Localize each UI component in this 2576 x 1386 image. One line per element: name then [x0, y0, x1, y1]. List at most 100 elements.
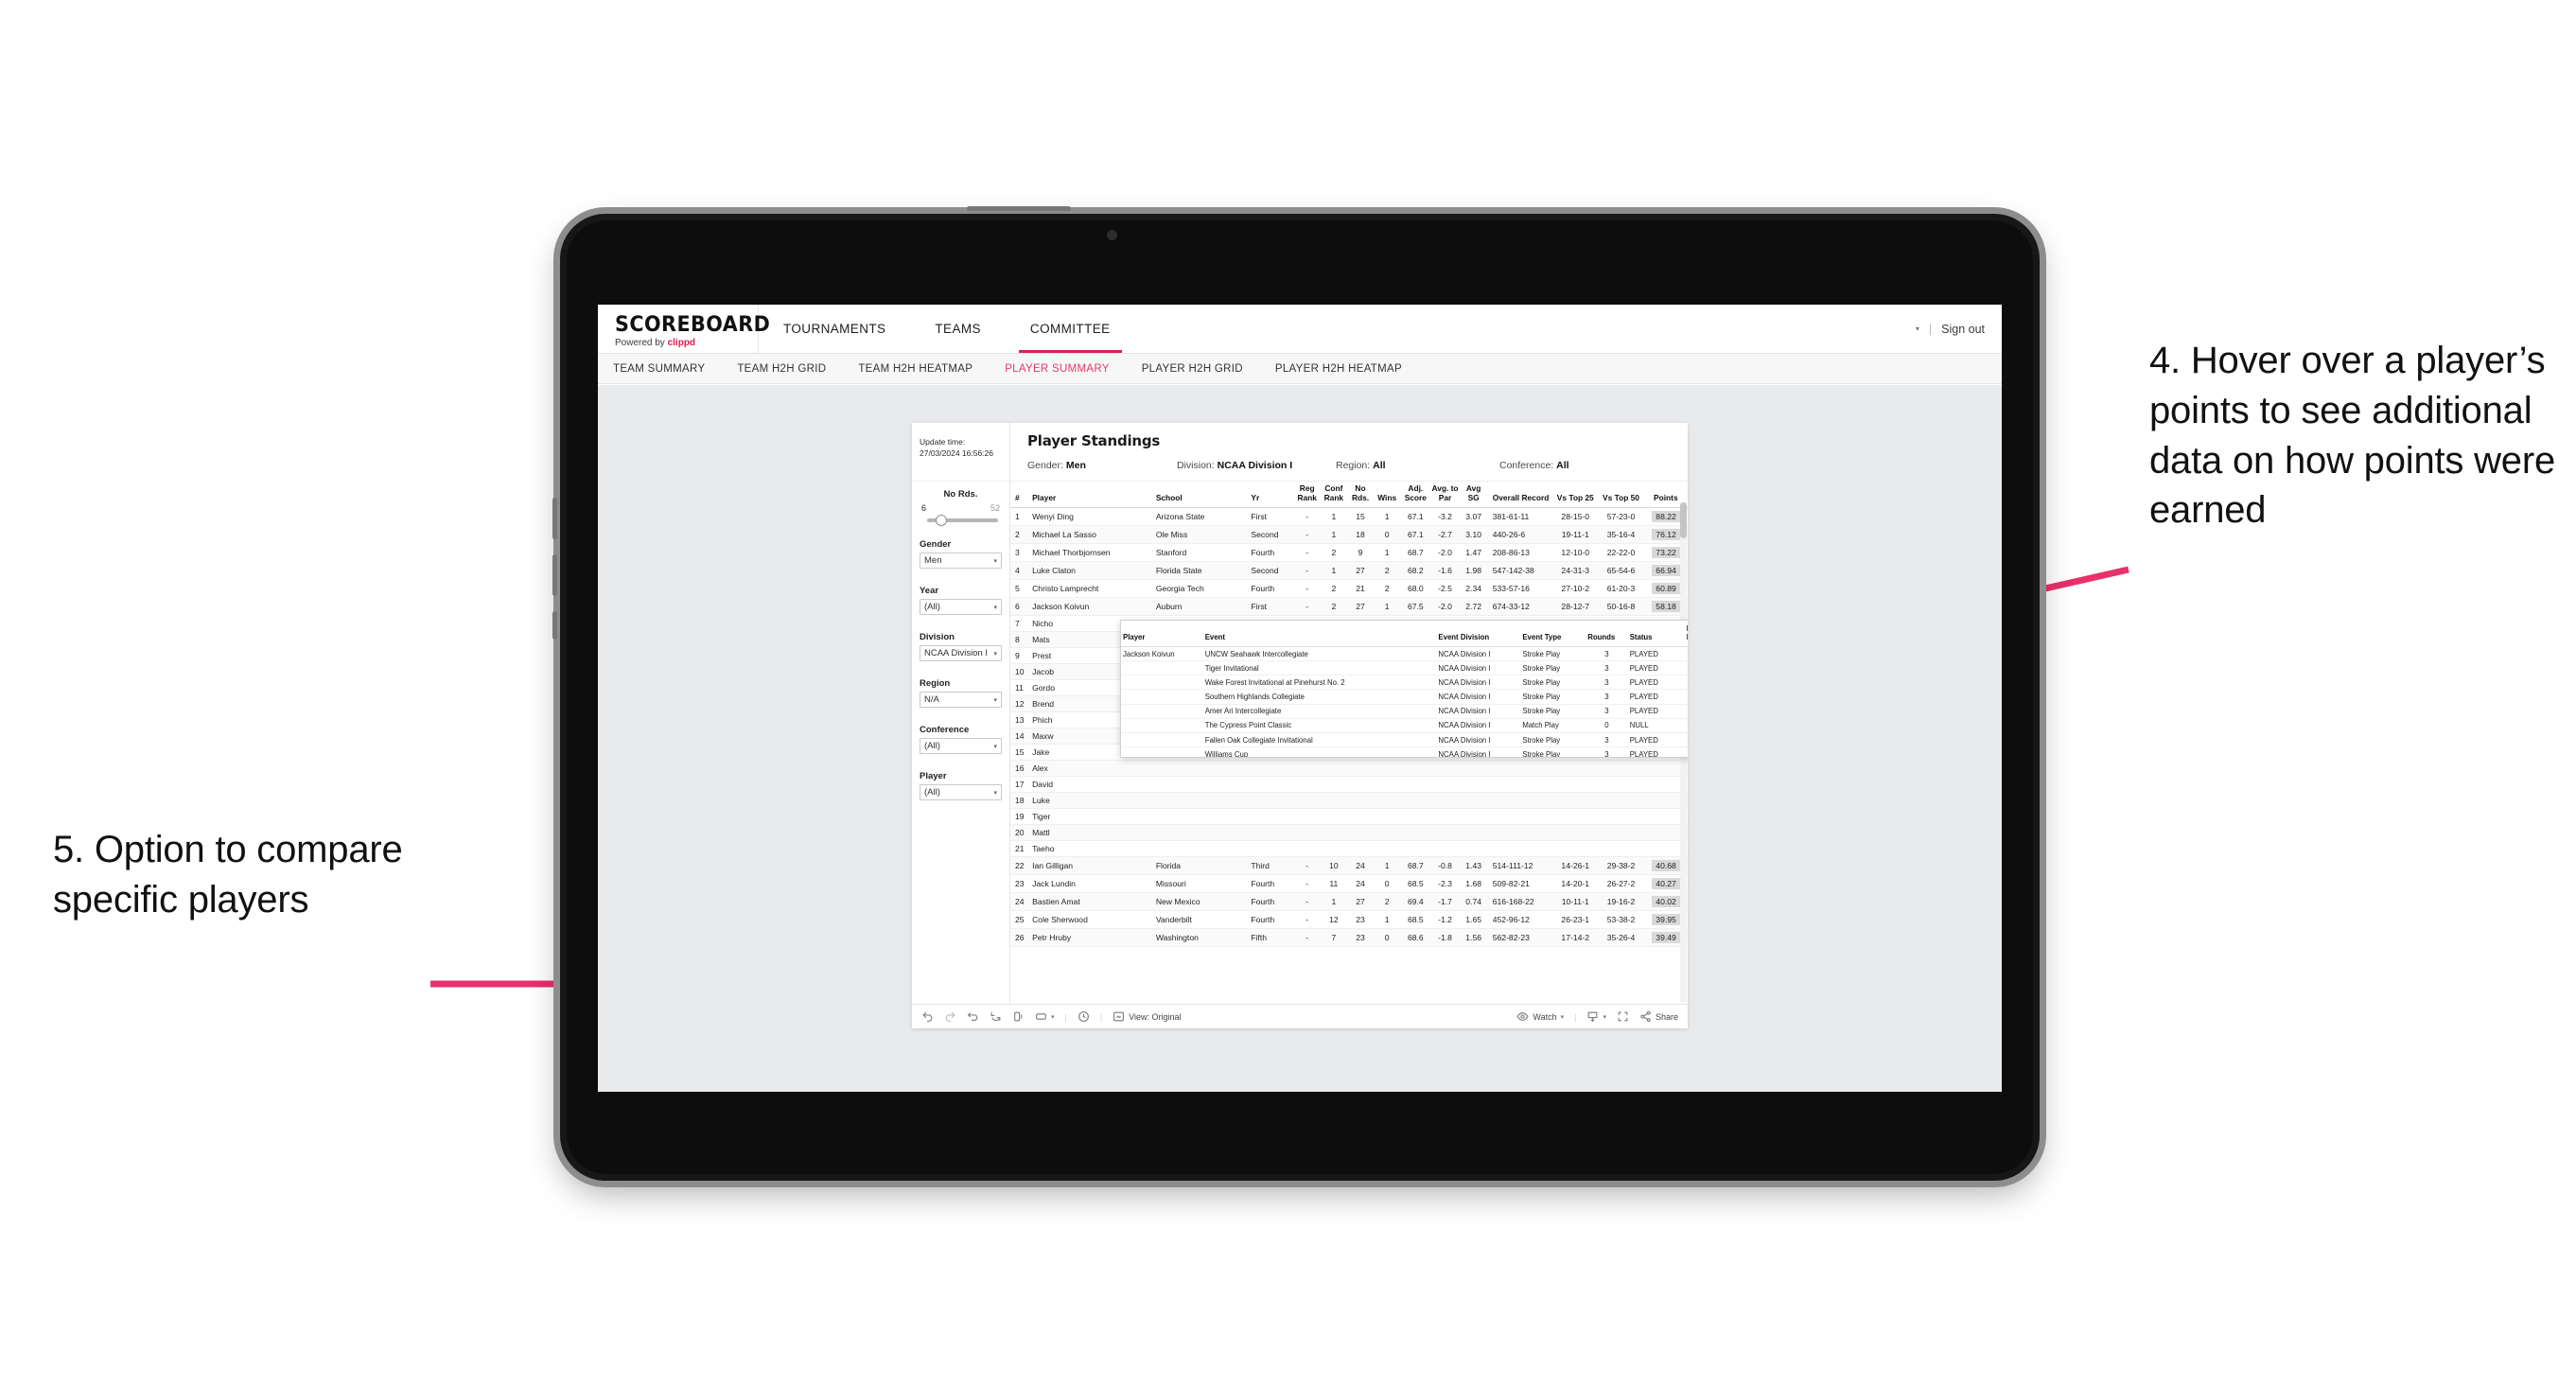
topnav-separator: |	[1928, 322, 1933, 336]
custom-view-dropdown[interactable]: ▾	[1035, 1010, 1055, 1023]
table-row[interactable]: 22 Ian Gilligan Florida Third -10 24 1 68.7 -0.8…	[1010, 856, 1688, 876]
download-button[interactable]: ▾	[1586, 1010, 1606, 1023]
points-badge[interactable]: 40.02	[1651, 896, 1680, 908]
table-row[interactable]: 6 Jackson Koivun Auburn First -2 27 1 67.5 -2.0 2…	[1010, 597, 1688, 617]
update-time-label: Update time:	[920, 437, 966, 447]
table-row[interactable]: 19 Tiger	[1010, 808, 1688, 826]
col-wins[interactable]: Wins	[1374, 482, 1401, 509]
sign-out-link[interactable]: Sign out	[1941, 323, 1985, 336]
table-row[interactable]: 1 Wenyi Ding Arizona State First -1 15 1 67.1 -3…	[1010, 507, 1688, 527]
points-badge[interactable]: 40.27	[1651, 878, 1680, 890]
cell-rec: 547-142-38	[1487, 561, 1553, 581]
subnav-item-player-summary[interactable]: PLAYER SUMMARY	[1005, 363, 1110, 375]
share-button[interactable]: Share	[1639, 1010, 1678, 1023]
filter-region: Region N/A ▾	[920, 678, 1002, 708]
cell-rank: 12	[1010, 695, 1028, 713]
fullscreen-icon[interactable]	[1617, 1010, 1629, 1023]
slider-track[interactable]	[927, 515, 998, 526]
col-overall-record[interactable]: Overall Record	[1487, 482, 1553, 509]
view-original-button[interactable]: View: Original	[1113, 1010, 1182, 1023]
points-badge[interactable]: 39.49	[1651, 932, 1680, 944]
col-vs-top-25[interactable]: Vs Top 25	[1552, 482, 1599, 509]
col-vs-top-50[interactable]: Vs Top 50	[1598, 482, 1644, 509]
points-badge[interactable]: 76.12	[1651, 529, 1680, 541]
cell-sg	[1459, 824, 1488, 842]
table-row[interactable]: 26 Petr Hruby Washington Fifth -7 23 0 68.6 -1.8…	[1010, 928, 1688, 948]
filter-division-select[interactable]: NCAA Division I ▾	[920, 645, 1002, 661]
col-avg-to-par[interactable]: Avg. to Par	[1430, 482, 1460, 509]
page-title: Player Standings	[1027, 432, 1161, 449]
subnav-item-team-h2h-grid[interactable]: TEAM H2H GRID	[737, 363, 826, 375]
cell-sg: 1.68	[1459, 874, 1488, 894]
cell-rank: 26	[1010, 928, 1028, 948]
table-row[interactable]: 21 Taeho	[1010, 840, 1688, 858]
table-row[interactable]: 4 Luke Claton Florida State Second -1 27 2 68.2…	[1010, 561, 1688, 581]
table-row[interactable]: 23 Jack Lundin Missouri Fourth -11 24 0 68.5 -2.…	[1010, 874, 1688, 894]
points-badge[interactable]: 40.68	[1651, 860, 1680, 872]
filter-year-select[interactable]: (All) ▾	[920, 599, 1002, 615]
revert-icon[interactable]	[967, 1010, 979, 1023]
table-row[interactable]: 20 Mattl	[1010, 824, 1688, 842]
cell-rank: 18	[1010, 792, 1028, 810]
points-badge[interactable]: 58.18	[1651, 601, 1680, 613]
table-row[interactable]: 2 Michael La Sasso Ole Miss Second -1 18 0 67.1…	[1010, 525, 1688, 545]
table-row[interactable]: 3 Michael Thorbjornsen Stanford Fourth -2 9 1 6…	[1010, 543, 1688, 563]
subnav-item-team-summary[interactable]: TEAM SUMMARY	[613, 363, 705, 375]
cell-wins: 1	[1374, 543, 1401, 563]
topnav-item-committee[interactable]: COMMITTEE	[1006, 305, 1135, 353]
cell-par: -2.7	[1430, 525, 1460, 545]
pause-auto-updates-icon[interactable]	[1078, 1010, 1090, 1023]
col-reg-rank[interactable]: Reg Rank	[1293, 482, 1321, 509]
brand-logo[interactable]: SCOREBOARD Powered by clippd	[598, 305, 770, 353]
points-badge[interactable]: 73.22	[1651, 547, 1680, 559]
points-badge[interactable]: 39.95	[1651, 914, 1680, 926]
table-row[interactable]: 18 Luke	[1010, 792, 1688, 810]
summary-conference: Conference: All	[1499, 460, 1569, 471]
subnav-item-player-h2h-grid[interactable]: PLAYER H2H GRID	[1142, 363, 1243, 375]
col-rank[interactable]: #	[1010, 482, 1028, 509]
col-adj-score[interactable]: Adj. Score	[1400, 482, 1431, 509]
filter-player-select[interactable]: (All) ▾	[920, 784, 1002, 800]
refresh-icon[interactable]	[990, 1010, 1002, 1023]
redo-icon[interactable]	[944, 1010, 956, 1023]
undo-icon[interactable]	[921, 1010, 934, 1023]
side-button[interactable]	[552, 611, 557, 640]
col-no-rounds[interactable]: No Rds.	[1346, 482, 1375, 509]
points-badge[interactable]: 88.22	[1651, 511, 1680, 523]
table-row[interactable]: 25 Cole Sherwood Vanderbilt Fourth -12 23 1 68.…	[1010, 910, 1688, 930]
cell-par	[1430, 824, 1460, 842]
filter-region-select[interactable]: N/A ▾	[920, 692, 1002, 708]
table-row[interactable]: 5 Christo Lamprecht Georgia Tech Fourth -2 21…	[1010, 579, 1688, 599]
slider-thumb[interactable]	[936, 515, 947, 526]
table-row[interactable]: 24 Bastien Amat New Mexico Fourth -1 27 2 69.4-…	[1010, 892, 1688, 912]
watch-button[interactable]: Watch ▾	[1516, 1010, 1564, 1023]
table-row[interactable]: 16 Alex	[1010, 760, 1688, 778]
cell-t25	[1552, 776, 1599, 794]
col-conf-rank[interactable]: Conf Rank	[1320, 482, 1347, 509]
pause-refresh-icon[interactable]	[1012, 1010, 1025, 1023]
subnav-item-team-h2h-heatmap[interactable]: TEAM H2H HEATMAP	[858, 363, 973, 375]
chevron-down-icon[interactable]: ▾	[1916, 325, 1919, 333]
col-school[interactable]: School	[1150, 482, 1247, 509]
topnav-item-teams[interactable]: TEAMS	[910, 305, 1006, 353]
table-row[interactable]: 17 David	[1010, 776, 1688, 794]
volume-down-button[interactable]	[552, 554, 557, 596]
filter-sidebar: No Rds. 6 52 Gender Men ▾ Year (All) ▾ D…	[912, 482, 1010, 1004]
scrollbar-thumb[interactable]	[1680, 502, 1687, 538]
points-badge[interactable]: 60.89	[1651, 583, 1680, 595]
points-badge[interactable]: 66.94	[1651, 565, 1680, 577]
cell-yr: First	[1246, 597, 1294, 617]
volume-up-button[interactable]	[552, 498, 557, 539]
filter-conference-select[interactable]: (All) ▾	[920, 738, 1002, 754]
topnav-item-tournaments[interactable]: TOURNAMENTS	[759, 305, 910, 353]
col-avg-sg[interactable]: Avg SG	[1459, 482, 1488, 509]
filter-year-label: Year	[920, 586, 939, 596]
power-button[interactable]	[967, 206, 1071, 211]
cell-sg	[1459, 792, 1488, 810]
filter-gender-select[interactable]: Men ▾	[920, 553, 1002, 569]
tip-cell-division: NCAA Division I	[1436, 704, 1521, 719]
cell-t25	[1552, 824, 1599, 842]
col-year[interactable]: Yr	[1246, 482, 1294, 509]
subnav-item-player-h2h-heatmap[interactable]: PLAYER H2H HEATMAP	[1275, 363, 1402, 375]
col-player[interactable]: Player	[1027, 482, 1151, 509]
